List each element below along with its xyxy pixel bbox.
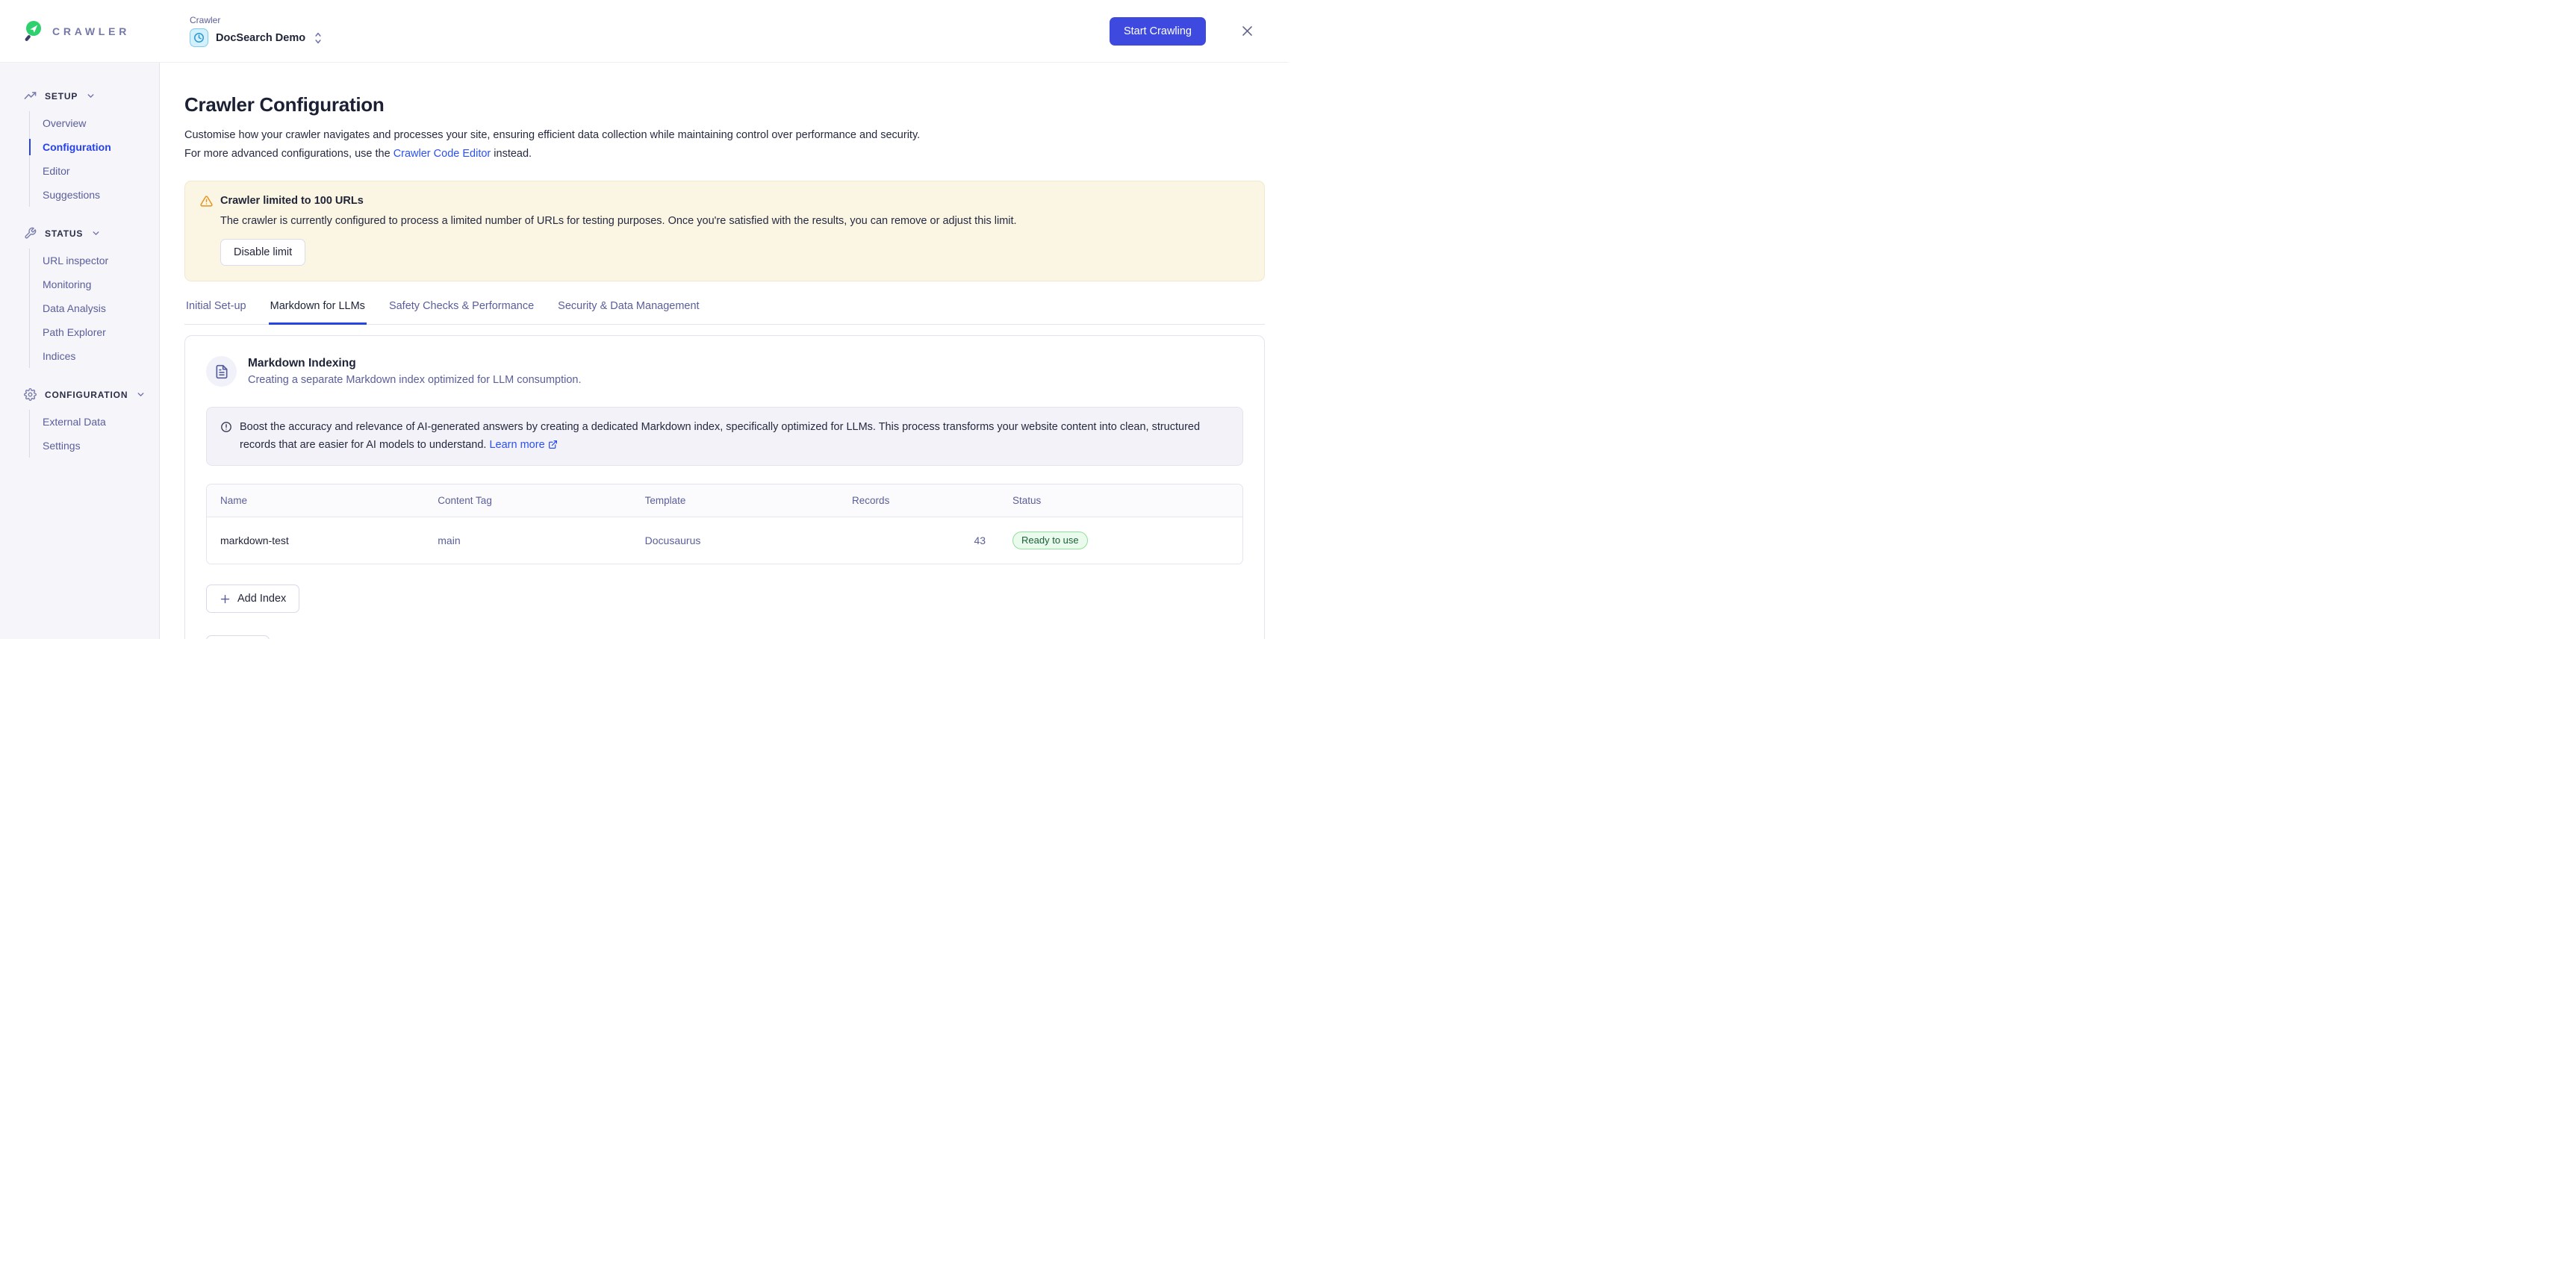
column-header-name: Name [207,484,424,517]
sidebar-item-path-explorer[interactable]: Path Explorer [43,320,159,344]
sidebar-item-suggestions[interactable]: Suggestions [43,183,159,207]
sidebar-section-label: CONFIGURATION [45,390,128,400]
chevron-up-down-icon[interactable] [313,31,323,45]
info-callout: Boost the accuracy and relevance of AI-g… [206,407,1243,466]
external-link-icon [548,440,558,449]
sidebar-section-configuration-header[interactable]: CONFIGURATION [24,388,159,401]
sidebar-section-setup-header[interactable]: SETUP [24,90,159,102]
warning-triangle-icon [200,195,213,208]
main-content: Crawler Configuration Customise how your… [160,63,1288,639]
sidebar-section-label: SETUP [45,91,78,102]
add-index-button[interactable]: Add Index [206,585,299,613]
sidebar-section-label: STATUS [45,228,83,239]
column-header-records: Records [839,484,999,517]
column-header-content-tag: Content Tag [424,484,631,517]
sidebar-section-status: STATUS URL inspector Monitoring Data Ana… [24,227,159,368]
clock-icon [190,28,208,47]
sidebar-section-status-header[interactable]: STATUS [24,227,159,240]
info-text: Boost the accuracy and relevance of AI-g… [240,421,1200,450]
top-bar: CRAWLER Crawler DocSearch Demo Start Cra… [0,0,1288,63]
learn-more-link[interactable]: Learn more [489,439,544,451]
sidebar-item-editor[interactable]: Editor [43,159,159,183]
status-badge: Ready to use [1012,532,1088,549]
cell-records: 43 [839,517,999,564]
sidebar-item-settings[interactable]: Settings [43,434,159,458]
tab-security-data-management[interactable]: Security & Data Management [556,300,700,325]
document-icon [206,356,237,387]
page-title: Crawler Configuration [184,93,1265,116]
crawler-name: DocSearch Demo [216,32,305,44]
card-subtitle: Creating a separate Markdown index optim… [248,374,582,386]
cell-status: Ready to use [999,517,1242,564]
warning-title: Crawler limited to 100 URLs [220,195,364,207]
sidebar-item-overview[interactable]: Overview [43,111,159,135]
disable-limit-button[interactable]: Disable limit [220,239,305,266]
gear-icon [24,388,37,401]
tab-initial-set-up[interactable]: Initial Set-up [184,300,248,325]
crawler-logo-icon [24,20,43,43]
column-header-template: Template [632,484,839,517]
tab-markdown-for-llms[interactable]: Markdown for LLMs [269,300,367,325]
table-header-row: Name Content Tag Template Records Status [207,484,1242,517]
close-icon[interactable] [1240,24,1254,38]
column-header-status: Status [999,484,1242,517]
trending-up-icon [24,90,37,102]
sidebar-item-data-analysis[interactable]: Data Analysis [43,296,159,320]
description-line2-suffix: instead. [491,148,532,160]
logo-wordmark: CRAWLER [52,25,130,37]
crawler-code-editor-link[interactable]: Crawler Code Editor [393,148,491,160]
tab-safety-checks-performance[interactable]: Safety Checks & Performance [388,300,535,325]
sidebar-item-monitoring[interactable]: Monitoring [43,272,159,296]
description-line2-prefix: For more advanced configurations, use th… [184,148,393,160]
cell-content-tag: main [424,517,631,564]
sidebar-section-configuration: CONFIGURATION External Data Settings [24,388,159,458]
wrench-icon [24,227,37,240]
chevron-down-icon [86,91,96,101]
sidebar-section-setup: SETUP Overview Configuration Editor Sugg… [24,90,159,207]
cancel-button[interactable]: Cancel [206,635,270,639]
crawler-selector[interactable]: Crawler DocSearch Demo [190,15,323,47]
start-crawling-button[interactable]: Start Crawling [1110,17,1206,46]
table-row[interactable]: markdown-test main Docusaurus 43 Ready t… [207,517,1242,564]
app-logo: CRAWLER [0,20,160,43]
add-index-label: Add Index [237,593,286,605]
limit-warning-panel: Crawler limited to 100 URLs The crawler … [184,181,1265,281]
markdown-indexing-card: Markdown Indexing Creating a separate Ma… [184,335,1265,639]
breadcrumb: Crawler [190,15,323,25]
info-circle-icon [220,421,232,454]
page-description: Customise how your crawler navigates and… [184,126,1265,163]
plus-icon [220,593,231,605]
chevron-down-icon [136,390,146,399]
sidebar-item-indices[interactable]: Indices [43,344,159,368]
sidebar-item-external-data[interactable]: External Data [43,410,159,434]
cell-template: Docusaurus [632,517,839,564]
chevron-down-icon [91,228,101,238]
configuration-tabs: Initial Set-up Markdown for LLMs Safety … [184,300,1265,325]
card-title: Markdown Indexing [248,357,582,370]
sidebar-item-configuration[interactable]: Configuration [43,135,159,159]
warning-body: The crawler is currently configured to p… [220,213,1249,229]
cell-name: markdown-test [207,517,424,564]
description-line1: Customise how your crawler navigates and… [184,129,920,141]
indexes-table: Name Content Tag Template Records Status… [206,484,1243,564]
sidebar: SETUP Overview Configuration Editor Sugg… [0,63,160,639]
sidebar-item-url-inspector[interactable]: URL inspector [43,249,159,272]
